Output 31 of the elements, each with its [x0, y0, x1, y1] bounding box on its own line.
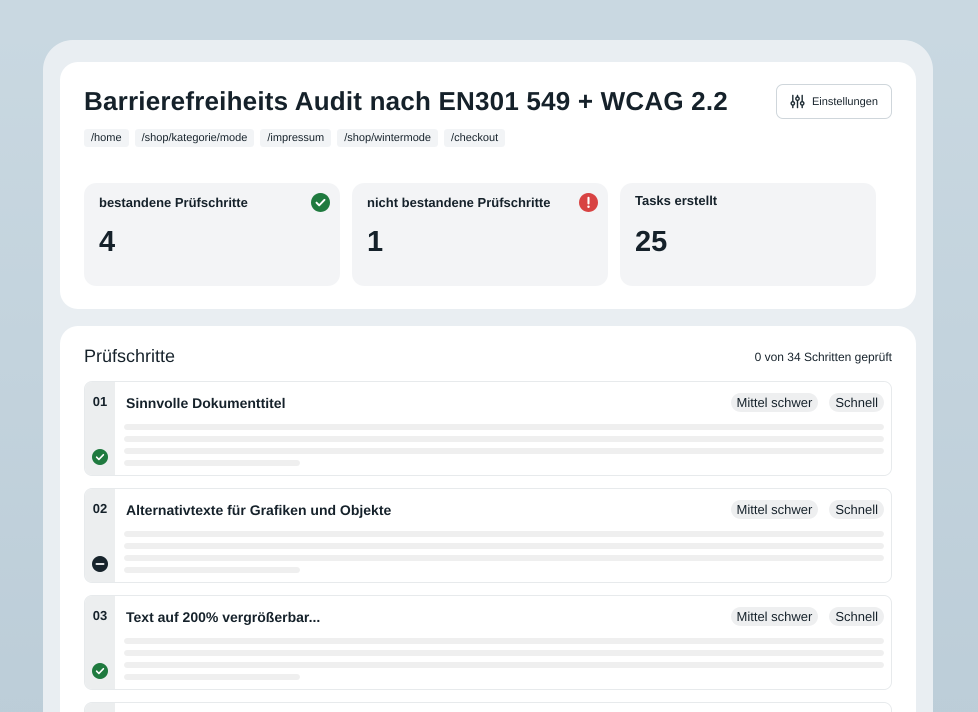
stat-value: 4 [99, 226, 116, 259]
settings-button[interactable]: Einstellungen [776, 84, 892, 119]
step-number: 03 [92, 608, 108, 623]
path-tag: /impressum [260, 129, 332, 147]
tag: Mittel schwer [730, 393, 818, 412]
tag: Mittel schwer [730, 607, 818, 626]
step-card[interactable]: 02 Alternativtexte für Grafiken und Objekte Mittel schwer Schnell [84, 488, 892, 583]
tag: Schnell [829, 393, 884, 412]
section-title: Prüfschritte [84, 346, 176, 367]
step-title: Sinnvolle Dokumenttitel [126, 394, 286, 410]
path-tag: /shop/kategorie/mode [134, 129, 254, 147]
step-card[interactable]: 01 Sinnvolle Dokumenttitel Mittel schwer Schnell [84, 381, 892, 476]
stat-label: bestandene Prüfschritte [99, 195, 248, 210]
tag: Mittel schwer [730, 500, 818, 519]
step-title: Text auf 200% vergrößerbar... [126, 608, 320, 624]
stat-value: 1 [367, 226, 384, 259]
step-number: 01 [92, 394, 108, 409]
path-tag: /shop/wintermode [337, 129, 438, 147]
progress-text: 0 von 34 Schritten geprüft [754, 350, 892, 364]
stat-label: Tasks erstellt [635, 193, 718, 208]
tag: Schnell [829, 500, 884, 519]
path-tag: /home [84, 129, 129, 147]
stat-value: 25 [635, 226, 668, 259]
step-title: Alternativtexte für Grafiken und Objekte [126, 502, 392, 518]
step-card[interactable]: 03 Text auf 200% vergrößerbar... Mittel schwer Schnell [84, 595, 892, 690]
step-number: 02 [92, 501, 108, 516]
page-title: Barrierefreiheits Audit nach EN301 549 + WCAG 2.2 [84, 86, 728, 117]
stat-label: nicht bestandene Prüfschritte [367, 195, 550, 210]
sliders-icon [790, 94, 805, 109]
tag: Schnell [829, 607, 884, 626]
path-tag: /checkout [444, 129, 506, 147]
